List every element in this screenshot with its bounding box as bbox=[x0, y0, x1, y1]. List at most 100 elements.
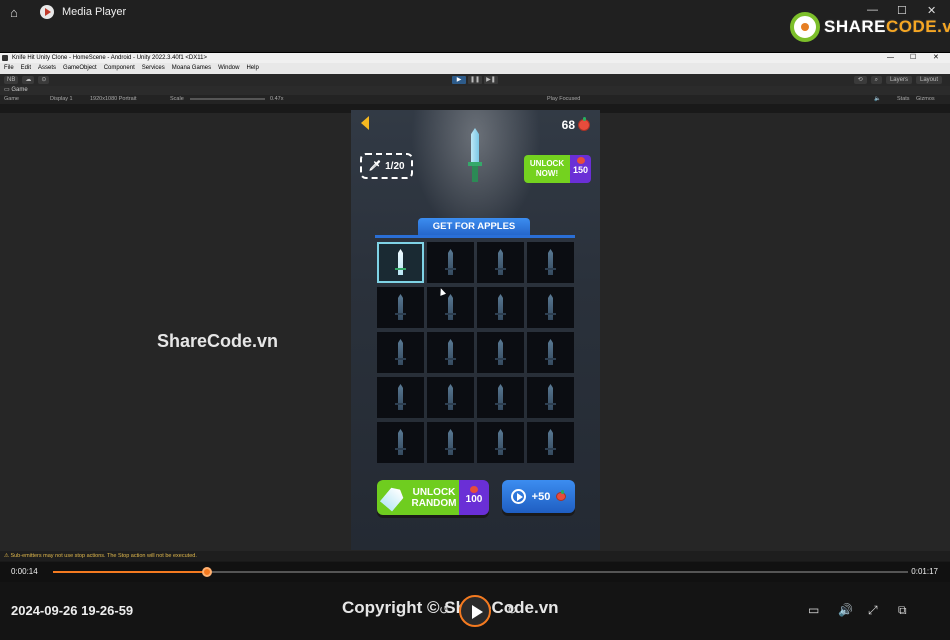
knife-slot[interactable] bbox=[377, 332, 424, 373]
seek-handle[interactable] bbox=[201, 567, 212, 577]
skip-back-icon[interactable]: ↺ bbox=[439, 603, 449, 617]
menu-item[interactable]: GameObject bbox=[63, 63, 97, 74]
knife-slot[interactable] bbox=[477, 422, 524, 463]
knife-guard bbox=[445, 403, 456, 405]
toolbar-left-button[interactable]: ☁ bbox=[22, 76, 35, 84]
apple-icon bbox=[576, 157, 585, 164]
back-arrow-icon[interactable] bbox=[361, 116, 369, 130]
fullscreen-icon[interactable]: ⤢ bbox=[868, 603, 878, 618]
subtitles-icon[interactable]: ▭ bbox=[808, 603, 819, 617]
toolbar-dropdown[interactable]: Layers bbox=[885, 76, 912, 84]
knife-icon bbox=[548, 249, 553, 275]
knife-slot[interactable] bbox=[477, 242, 524, 283]
knife-slot[interactable] bbox=[377, 377, 424, 418]
copyright-watermark: Copyright © ShareCode.vn bbox=[342, 598, 559, 617]
step-button[interactable]: ▶❚ bbox=[484, 76, 498, 84]
knife-small-icon: 🗡 bbox=[368, 160, 382, 172]
toolbar-dropdown[interactable]: Layout bbox=[915, 76, 942, 84]
get-for-apples-banner: GET FOR APPLES bbox=[418, 218, 530, 236]
console-status[interactable]: ⚠ Sub-emitters may not use stop actions.… bbox=[0, 551, 950, 561]
display-dropdown[interactable]: Display 1 bbox=[50, 95, 73, 104]
audio-icon[interactable]: 🔈 bbox=[874, 95, 881, 104]
knife-slot[interactable] bbox=[427, 332, 474, 373]
home-icon[interactable]: ⌂ bbox=[10, 5, 24, 20]
tab-game[interactable]: ▭ Game bbox=[0, 86, 950, 95]
knife-slot[interactable] bbox=[427, 287, 474, 328]
knife-slot[interactable] bbox=[427, 422, 474, 463]
skip-forward-icon[interactable]: ↻ bbox=[507, 603, 517, 617]
menu-item[interactable]: Window bbox=[218, 63, 239, 74]
knife-slot[interactable] bbox=[527, 332, 574, 373]
search-icon[interactable]: ⌕ bbox=[870, 76, 882, 84]
knife-icon bbox=[398, 339, 403, 365]
apple-icon bbox=[556, 490, 567, 501]
volume-icon[interactable]: 🔊 bbox=[838, 603, 853, 617]
menu-item[interactable]: Moana Games bbox=[172, 63, 211, 74]
knife-slot[interactable] bbox=[477, 287, 524, 328]
knife-slot[interactable] bbox=[527, 422, 574, 463]
seek-track[interactable] bbox=[53, 567, 908, 577]
watch-ad-button[interactable]: +50 bbox=[502, 480, 575, 513]
unity-minimize-icon[interactable]: — bbox=[887, 53, 894, 63]
knife-icon bbox=[448, 249, 453, 275]
logo-code: CODE.vn bbox=[886, 17, 950, 36]
play-video-icon bbox=[510, 489, 526, 504]
knife-slot[interactable] bbox=[527, 287, 574, 328]
toolbar-left-button[interactable]: NB bbox=[4, 76, 19, 84]
knife-slot[interactable] bbox=[477, 332, 524, 373]
menu-item[interactable]: Help bbox=[246, 63, 258, 74]
game-mode-dropdown[interactable]: Game bbox=[4, 95, 19, 104]
menu-item[interactable]: Assets bbox=[38, 63, 56, 74]
ad-reward: +50 bbox=[531, 490, 551, 503]
knife-slot[interactable] bbox=[477, 377, 524, 418]
gizmos-dropdown[interactable]: Gizmos bbox=[916, 95, 935, 104]
knife-slot[interactable] bbox=[377, 287, 424, 328]
stats-toggle[interactable]: Stats bbox=[897, 95, 910, 104]
knife-guard bbox=[395, 403, 406, 405]
knife-slot[interactable] bbox=[427, 242, 474, 283]
knife-icon bbox=[498, 294, 503, 320]
scale-value: 0.47x bbox=[270, 96, 284, 102]
play-focused-dropdown[interactable]: Play Focused bbox=[547, 95, 580, 104]
knife-slot[interactable] bbox=[377, 422, 424, 463]
miniplayer-icon[interactable]: ⧉ bbox=[898, 603, 907, 618]
apple-icon bbox=[578, 117, 590, 131]
pause-button[interactable]: ❚❚ bbox=[468, 76, 482, 84]
unlock-random-label: UNLOCK RANDOM bbox=[411, 486, 457, 509]
play-pause-button[interactable] bbox=[459, 595, 491, 627]
knife-icon bbox=[548, 339, 553, 365]
unlock-now-button[interactable]: UNLOCK NOW! 150 bbox=[524, 155, 591, 183]
knife-slot[interactable] bbox=[427, 377, 474, 418]
history-icon[interactable]: ⟲ bbox=[853, 76, 867, 84]
unity-titlebar: Knife Hit Unity Clone - HomeScene - Andr… bbox=[0, 53, 950, 63]
toolbar-left-button[interactable]: ⊙ bbox=[38, 76, 50, 84]
knife-guard bbox=[495, 313, 506, 315]
knife-icon bbox=[548, 294, 553, 320]
knife-guard bbox=[495, 403, 506, 405]
knife-slot[interactable] bbox=[377, 242, 424, 283]
player-controls: 2024-09-26 19-26-59 Copyright © ShareCod… bbox=[0, 582, 950, 640]
knife-icon bbox=[398, 384, 403, 410]
knife-slot[interactable] bbox=[527, 242, 574, 283]
knife-guard bbox=[495, 268, 506, 270]
resolution-dropdown[interactable]: 1920x1080 Portrait bbox=[90, 95, 136, 104]
unlock-random-button[interactable]: UNLOCK RANDOM 100 bbox=[377, 480, 489, 515]
knife-icon bbox=[398, 294, 403, 320]
scale-slider[interactable] bbox=[190, 98, 265, 100]
unity-window-title: Knife Hit Unity Clone - HomeScene - Andr… bbox=[12, 55, 207, 61]
knife-icon bbox=[398, 249, 403, 275]
knife-guard bbox=[395, 313, 406, 315]
game-view-toolbar: Game Display 1 1920x1080 Portrait Scale … bbox=[0, 95, 950, 104]
menu-item[interactable]: File bbox=[4, 63, 14, 74]
menu-item[interactable]: Edit bbox=[21, 63, 31, 74]
unlock-now-price: 150 bbox=[572, 165, 589, 175]
play-button[interactable]: ▶ bbox=[452, 76, 466, 84]
knife-slot[interactable] bbox=[527, 377, 574, 418]
app-title: Media Player bbox=[62, 6, 127, 18]
menu-item[interactable]: Component bbox=[104, 63, 135, 74]
unity-maximize-icon[interactable]: ☐ bbox=[910, 53, 916, 63]
menu-item[interactable]: Services bbox=[142, 63, 165, 74]
unity-close-icon[interactable]: ✕ bbox=[933, 53, 939, 63]
knife-icon bbox=[448, 339, 453, 365]
logo-share: SHARE bbox=[824, 17, 887, 36]
